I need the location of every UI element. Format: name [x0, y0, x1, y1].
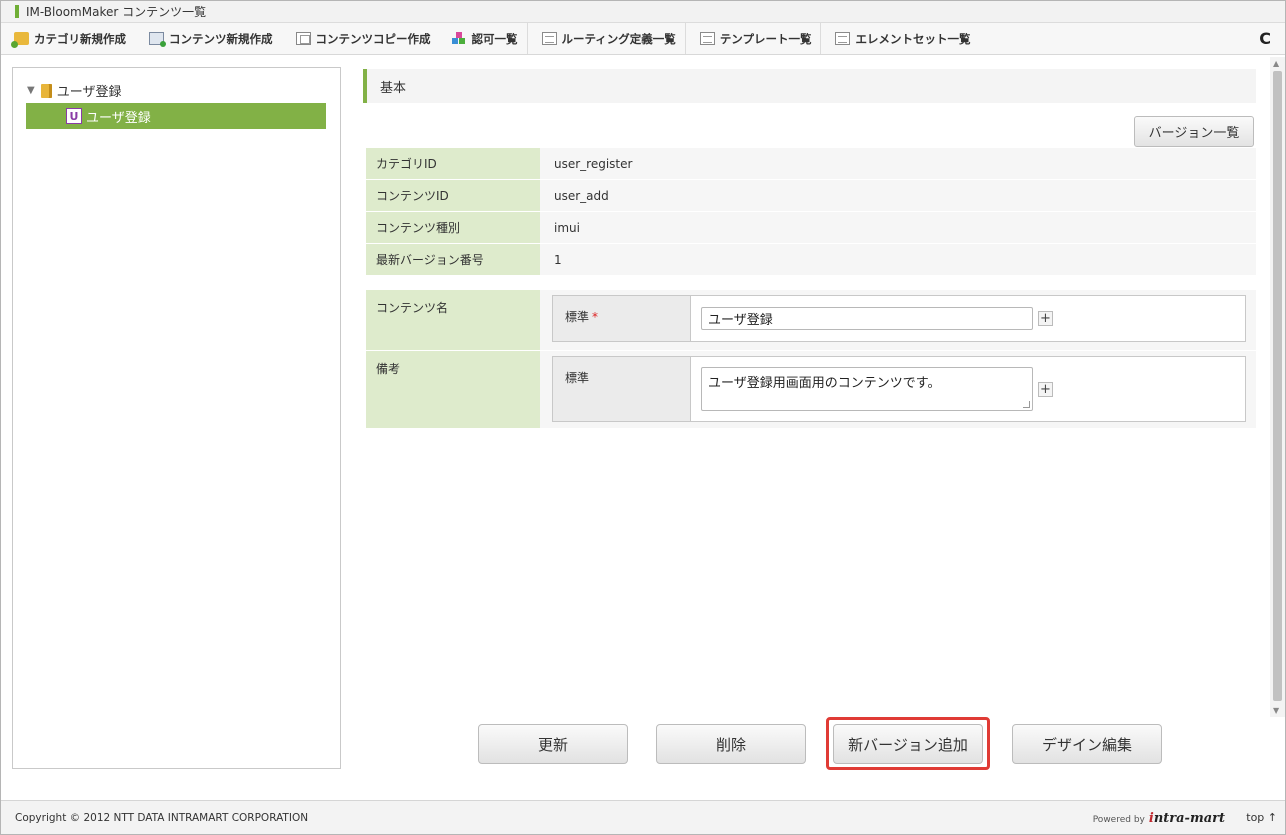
tree-folder-user-register[interactable]: ▼ ユーザ登録 [27, 81, 121, 100]
content-name-locale-box: 標準 * ユーザ登録 + [552, 295, 1246, 342]
toolbar-label: ルーティング定義一覧 [561, 31, 676, 46]
design-edit-button[interactable]: デザイン編集 [1012, 724, 1162, 764]
list-icon [699, 32, 715, 45]
add-locale-button[interactable]: + [1038, 381, 1053, 397]
edit-table: コンテンツ名 標準 * ユーザ登録 + 備考 標準 ユーザ登録用画面用のコンテンツ… [366, 290, 1256, 429]
top-link[interactable]: top ↑ [1246, 811, 1277, 824]
info-row: コンテンツID user_add [366, 180, 1256, 212]
remarks-label: 備考 [366, 351, 540, 428]
update-button[interactable]: 更新 [478, 724, 628, 764]
locale-label: 標準 [553, 357, 691, 421]
powered-by-text: Powered by [1092, 815, 1145, 825]
toolbar-label: テンプレート一覧 [719, 31, 812, 46]
content-name-row: コンテンツ名 標準 * ユーザ登録 + [366, 290, 1256, 351]
info-row: 最新バージョン番号 1 [366, 244, 1256, 276]
info-value: user_add [540, 180, 1256, 211]
remarks-cell: 標準 ユーザ登録用画面用のコンテンツです。 + [540, 351, 1256, 428]
category-tree: ▼ ユーザ登録 U ユーザ登録 [12, 67, 341, 769]
list-icon [541, 32, 557, 45]
footer: Copyright © 2012 NTT DATA INTRAMART CORP… [1, 800, 1285, 834]
content-name-field-wrap: ユーザ登録 + [691, 296, 1245, 341]
locale-label-text: 標準 [565, 310, 590, 324]
page-copy-icon [295, 32, 311, 45]
intra-mart-logo: intra-mart [1149, 811, 1225, 826]
title-mark-icon [15, 5, 19, 18]
content-name-cell: 標準 * ユーザ登録 + [540, 290, 1256, 350]
powered-by-logo: Powered by intra-mart [1093, 811, 1225, 826]
list-icon [835, 32, 851, 45]
toolbar-label: コンテンツコピー作成 [315, 31, 431, 46]
reload-icon[interactable]: C [1259, 29, 1271, 48]
title-bar: IM-BloomMaker コンテンツ一覧 [1, 1, 1285, 23]
content-name-input[interactable]: ユーザ登録 [701, 307, 1033, 330]
section-title: 基本 [380, 80, 407, 96]
toolbar-category-new[interactable]: カテゴリ新規作成 [11, 23, 135, 54]
remarks-field-wrap: ユーザ登録用画面用のコンテンツです。 + [691, 357, 1245, 421]
remarks-textarea[interactable]: ユーザ登録用画面用のコンテンツです。 [701, 367, 1033, 411]
toolbar-label: エレメントセット一覧 [855, 31, 971, 46]
toolbar-label: 認可一覧 [471, 31, 518, 46]
info-row: コンテンツ種別 imui [366, 212, 1256, 244]
add-locale-button[interactable]: + [1038, 311, 1053, 326]
info-label: カテゴリID [366, 148, 540, 179]
expand-triangle-icon[interactable]: ▼ [27, 85, 35, 96]
locale-label: 標準 * [553, 296, 691, 341]
required-mark: * [592, 310, 599, 324]
info-value: user_register [540, 148, 1256, 179]
toolbar-routing-list[interactable]: ルーティング定義一覧 [526, 23, 685, 54]
content-name-label: コンテンツ名 [366, 290, 540, 350]
section-header: 基本 [363, 69, 1256, 103]
delete-button[interactable]: 削除 [656, 724, 806, 764]
info-label: コンテンツID [366, 180, 540, 211]
highlight-frame [826, 717, 990, 770]
info-label: 最新バージョン番号 [366, 244, 540, 275]
toolbar: カテゴリ新規作成 コンテンツ新規作成 コンテンツコピー作成 認可一覧 ルーティン… [1, 23, 1285, 55]
tree-folder-label: ユーザ登録 [56, 85, 122, 100]
scroll-down-icon[interactable]: ▼ [1273, 706, 1279, 715]
info-table: カテゴリID user_register コンテンツID user_add コン… [366, 148, 1256, 276]
content-u-icon: U [66, 108, 82, 124]
info-value: imui [540, 212, 1256, 243]
copyright-text: Copyright © 2012 NTT DATA INTRAMART CORP… [15, 812, 309, 824]
toolbar-template-list[interactable]: テンプレート一覧 [684, 23, 821, 54]
info-label: コンテンツ種別 [366, 212, 540, 243]
remarks-locale-box: 標準 ユーザ登録用画面用のコンテンツです。 + [552, 356, 1246, 422]
info-row: カテゴリID user_register [366, 148, 1256, 180]
tree-item-selected[interactable]: U ユーザ登録 [26, 103, 326, 129]
toolbar-elementset-list[interactable]: エレメントセット一覧 [820, 23, 979, 54]
blocks-icon [451, 32, 467, 45]
tree-item-label: ユーザ登録 [86, 110, 151, 126]
info-value: 1 [540, 244, 1256, 275]
window-title: IM-BloomMaker コンテンツ一覧 [26, 5, 207, 19]
vertical-scrollbar[interactable]: ▲ ▼ [1270, 57, 1285, 717]
toolbar-label: カテゴリ新規作成 [34, 31, 126, 46]
logo-rest: ntra-mart [1153, 811, 1225, 826]
version-list-button[interactable]: バージョン一覧 [1134, 116, 1254, 147]
folder-icon [40, 83, 52, 98]
page-add-icon [149, 32, 166, 47]
remarks-row: 備考 標準 ユーザ登録用画面用のコンテンツです。 + [366, 351, 1256, 429]
folder-add-icon [11, 32, 29, 48]
scroll-up-icon[interactable]: ▲ [1273, 59, 1279, 68]
toolbar-label: コンテンツ新規作成 [169, 31, 273, 46]
scroll-thumb[interactable] [1273, 71, 1282, 701]
toolbar-authz-list[interactable]: 認可一覧 [440, 23, 527, 54]
toolbar-content-copy[interactable]: コンテンツコピー作成 [282, 23, 440, 54]
toolbar-content-new[interactable]: コンテンツ新規作成 [135, 23, 282, 54]
